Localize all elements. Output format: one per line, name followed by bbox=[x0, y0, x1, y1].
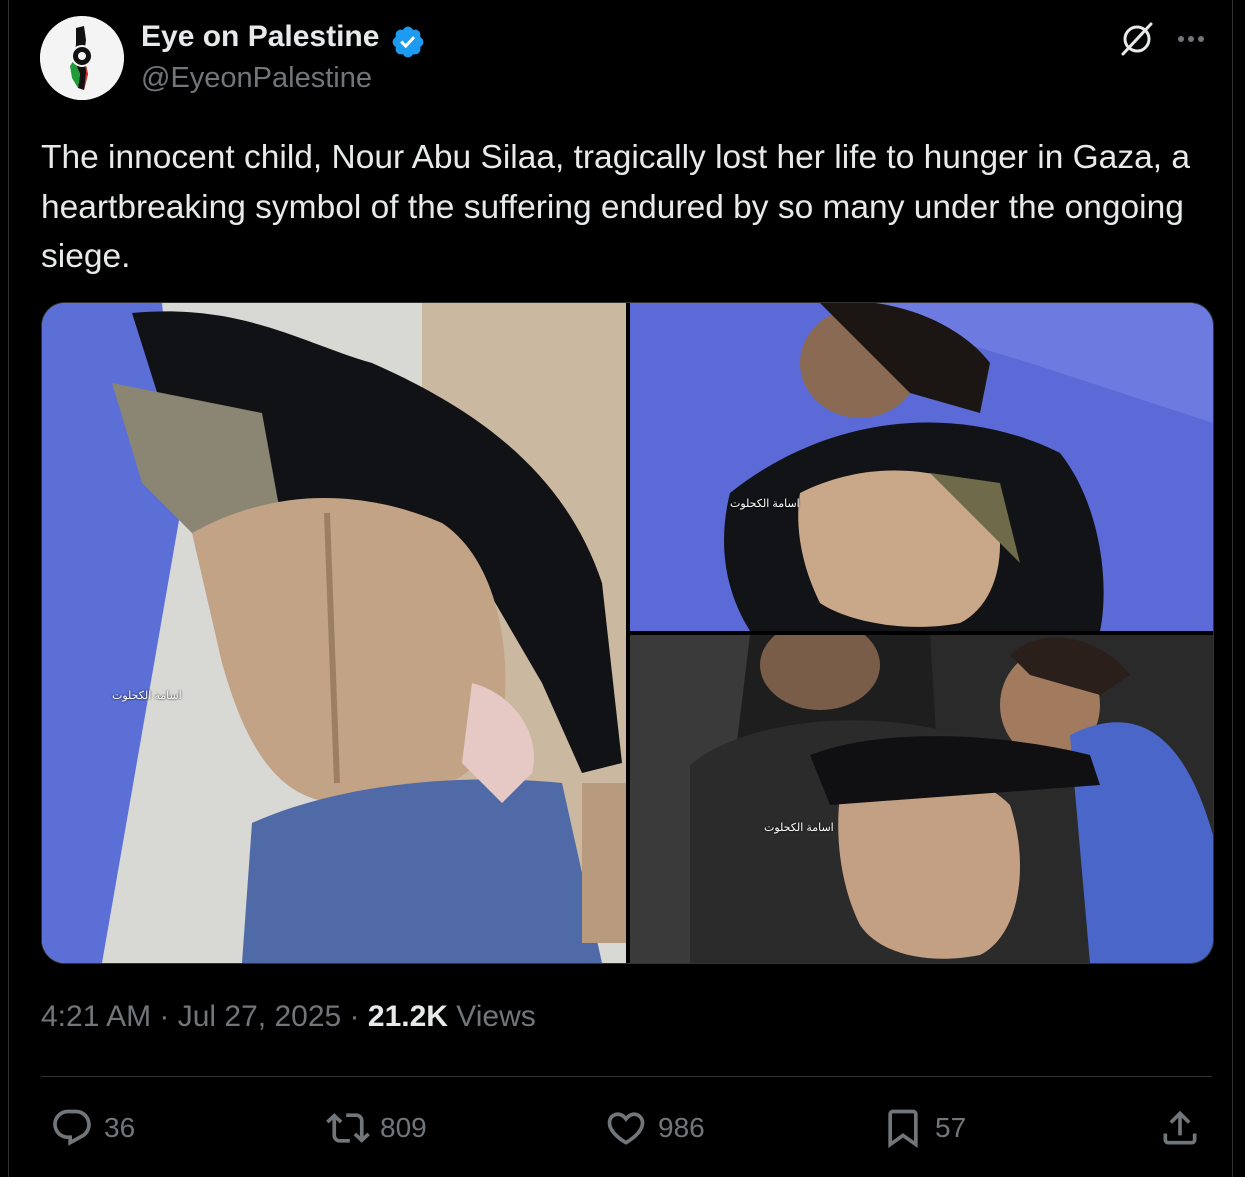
like-button[interactable]: 986 bbox=[604, 1104, 705, 1152]
repost-button[interactable]: 809 bbox=[326, 1104, 427, 1152]
photo-watermark: اسامة الكحلوت bbox=[112, 690, 182, 702]
tweet-time[interactable]: 4:21 AM bbox=[41, 1000, 151, 1033]
author-handle[interactable]: @EyeonPalestine bbox=[141, 62, 372, 95]
views-label: Views bbox=[447, 1000, 536, 1033]
heart-icon bbox=[607, 1112, 645, 1145]
meta-separator: · bbox=[341, 1000, 368, 1033]
bookmark-button[interactable]: 57 bbox=[881, 1104, 966, 1152]
reply-count: 36 bbox=[104, 1112, 136, 1143]
more-horizontal-icon[interactable] bbox=[1172, 22, 1210, 56]
palestine-map-eye-logo-icon bbox=[40, 16, 124, 100]
frame-border-left bbox=[8, 0, 9, 1177]
bookmark-count: 57 bbox=[935, 1112, 967, 1143]
meta-separator: · bbox=[151, 1000, 178, 1033]
reply-icon bbox=[53, 1109, 91, 1146]
share-icon bbox=[1163, 1110, 1197, 1145]
grok-icon[interactable] bbox=[1118, 20, 1156, 58]
author-avatar[interactable] bbox=[40, 16, 124, 100]
author-display-name[interactable]: Eye on Palestine bbox=[141, 20, 379, 54]
bookmark-icon bbox=[888, 1109, 918, 1149]
tweet-date[interactable]: Jul 27, 2025 bbox=[178, 1000, 341, 1033]
tweet-text: The innocent child, Nour Abu Silaa, trag… bbox=[41, 139, 1190, 275]
tweet-photo-1[interactable]: اسامة الكحلوت bbox=[42, 303, 626, 963]
tweet-meta: 4:21 AM · Jul 27, 2025 · 21.2K Views bbox=[41, 1000, 536, 1034]
tweet-photo-3[interactable]: اسامة الكحلوت bbox=[630, 635, 1213, 963]
repost-icon bbox=[326, 1113, 370, 1143]
divider bbox=[41, 1076, 1212, 1077]
reply-button[interactable]: 36 bbox=[50, 1104, 135, 1152]
views-count: 21.2K bbox=[367, 1000, 448, 1033]
photo-watermark: اسامة الكحلوت bbox=[764, 822, 834, 834]
share-button[interactable] bbox=[1158, 1104, 1202, 1152]
verified-badge-icon[interactable] bbox=[390, 24, 426, 60]
photo-watermark: اسامة الكحلوت bbox=[730, 498, 800, 510]
tweet-photo-2[interactable]: اسامة الكحلوت bbox=[630, 303, 1213, 631]
repost-count: 809 bbox=[380, 1112, 427, 1143]
like-count: 986 bbox=[658, 1112, 705, 1143]
media-grid: اسامة الكحلوت اسامة الكحلوت اسامة الكحلو… bbox=[41, 302, 1214, 964]
frame-border-right bbox=[1232, 0, 1233, 1177]
